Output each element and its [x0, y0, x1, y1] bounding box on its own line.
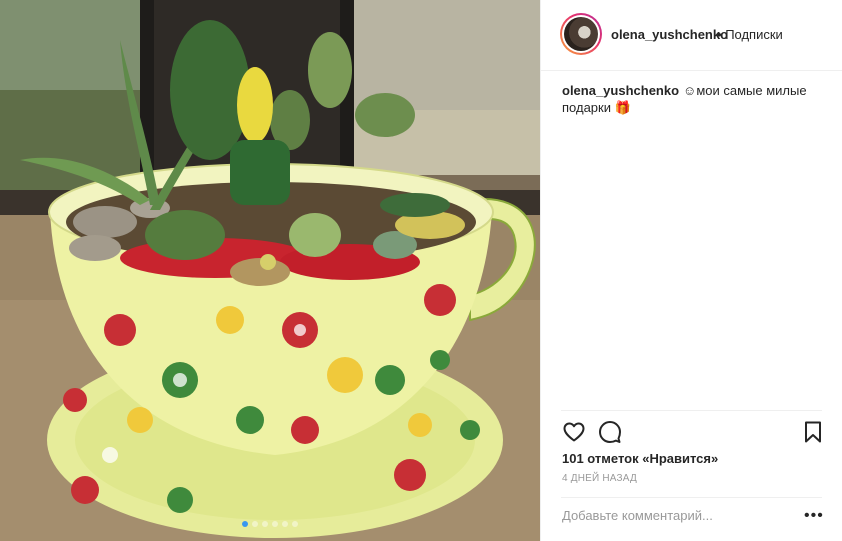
avatar — [562, 15, 600, 53]
header-username-link[interactable]: olena_yushchenko — [611, 27, 728, 42]
actions-divider — [561, 410, 822, 411]
avatar-story-ring[interactable] — [560, 13, 602, 55]
carousel-indicator — [0, 521, 540, 527]
teacup-succulent-photo — [0, 0, 540, 541]
carousel-dot[interactable] — [292, 521, 298, 527]
bookmark-icon[interactable] — [801, 420, 825, 444]
post-caption: olena_yushchenko ☺мои самые милые подарки… — [562, 82, 822, 116]
more-options-icon[interactable]: ••• — [804, 508, 824, 524]
post-timestamp[interactable]: 4 ДНЕЙ НАЗАД — [562, 473, 637, 484]
add-comment-input[interactable]: Добавьте комментарий... — [562, 508, 782, 523]
carousel-dot[interactable] — [272, 521, 278, 527]
heart-icon[interactable] — [562, 420, 586, 444]
post-side-panel: olena_yushchenko • Подписки olena_yushch… — [540, 0, 842, 541]
post-photo[interactable] — [0, 0, 540, 541]
carousel-dot[interactable] — [252, 521, 258, 527]
carousel-dot[interactable] — [282, 521, 288, 527]
following-status[interactable]: • Подписки — [717, 27, 783, 42]
instagram-post: olena_yushchenko • Подписки olena_yushch… — [0, 0, 842, 541]
caption-username-link[interactable]: olena_yushchenko — [562, 83, 679, 98]
post-header: olena_yushchenko • Подписки — [541, 0, 842, 71]
follow-separator: • — [717, 27, 722, 42]
comment-icon[interactable] — [598, 420, 622, 444]
avatar-image — [564, 17, 598, 51]
comment-divider — [561, 497, 822, 498]
carousel-dot[interactable] — [262, 521, 268, 527]
follow-label: Подписки — [725, 27, 783, 42]
likes-count[interactable]: 101 отметок «Нравится» — [562, 451, 718, 466]
carousel-dot[interactable] — [242, 521, 248, 527]
